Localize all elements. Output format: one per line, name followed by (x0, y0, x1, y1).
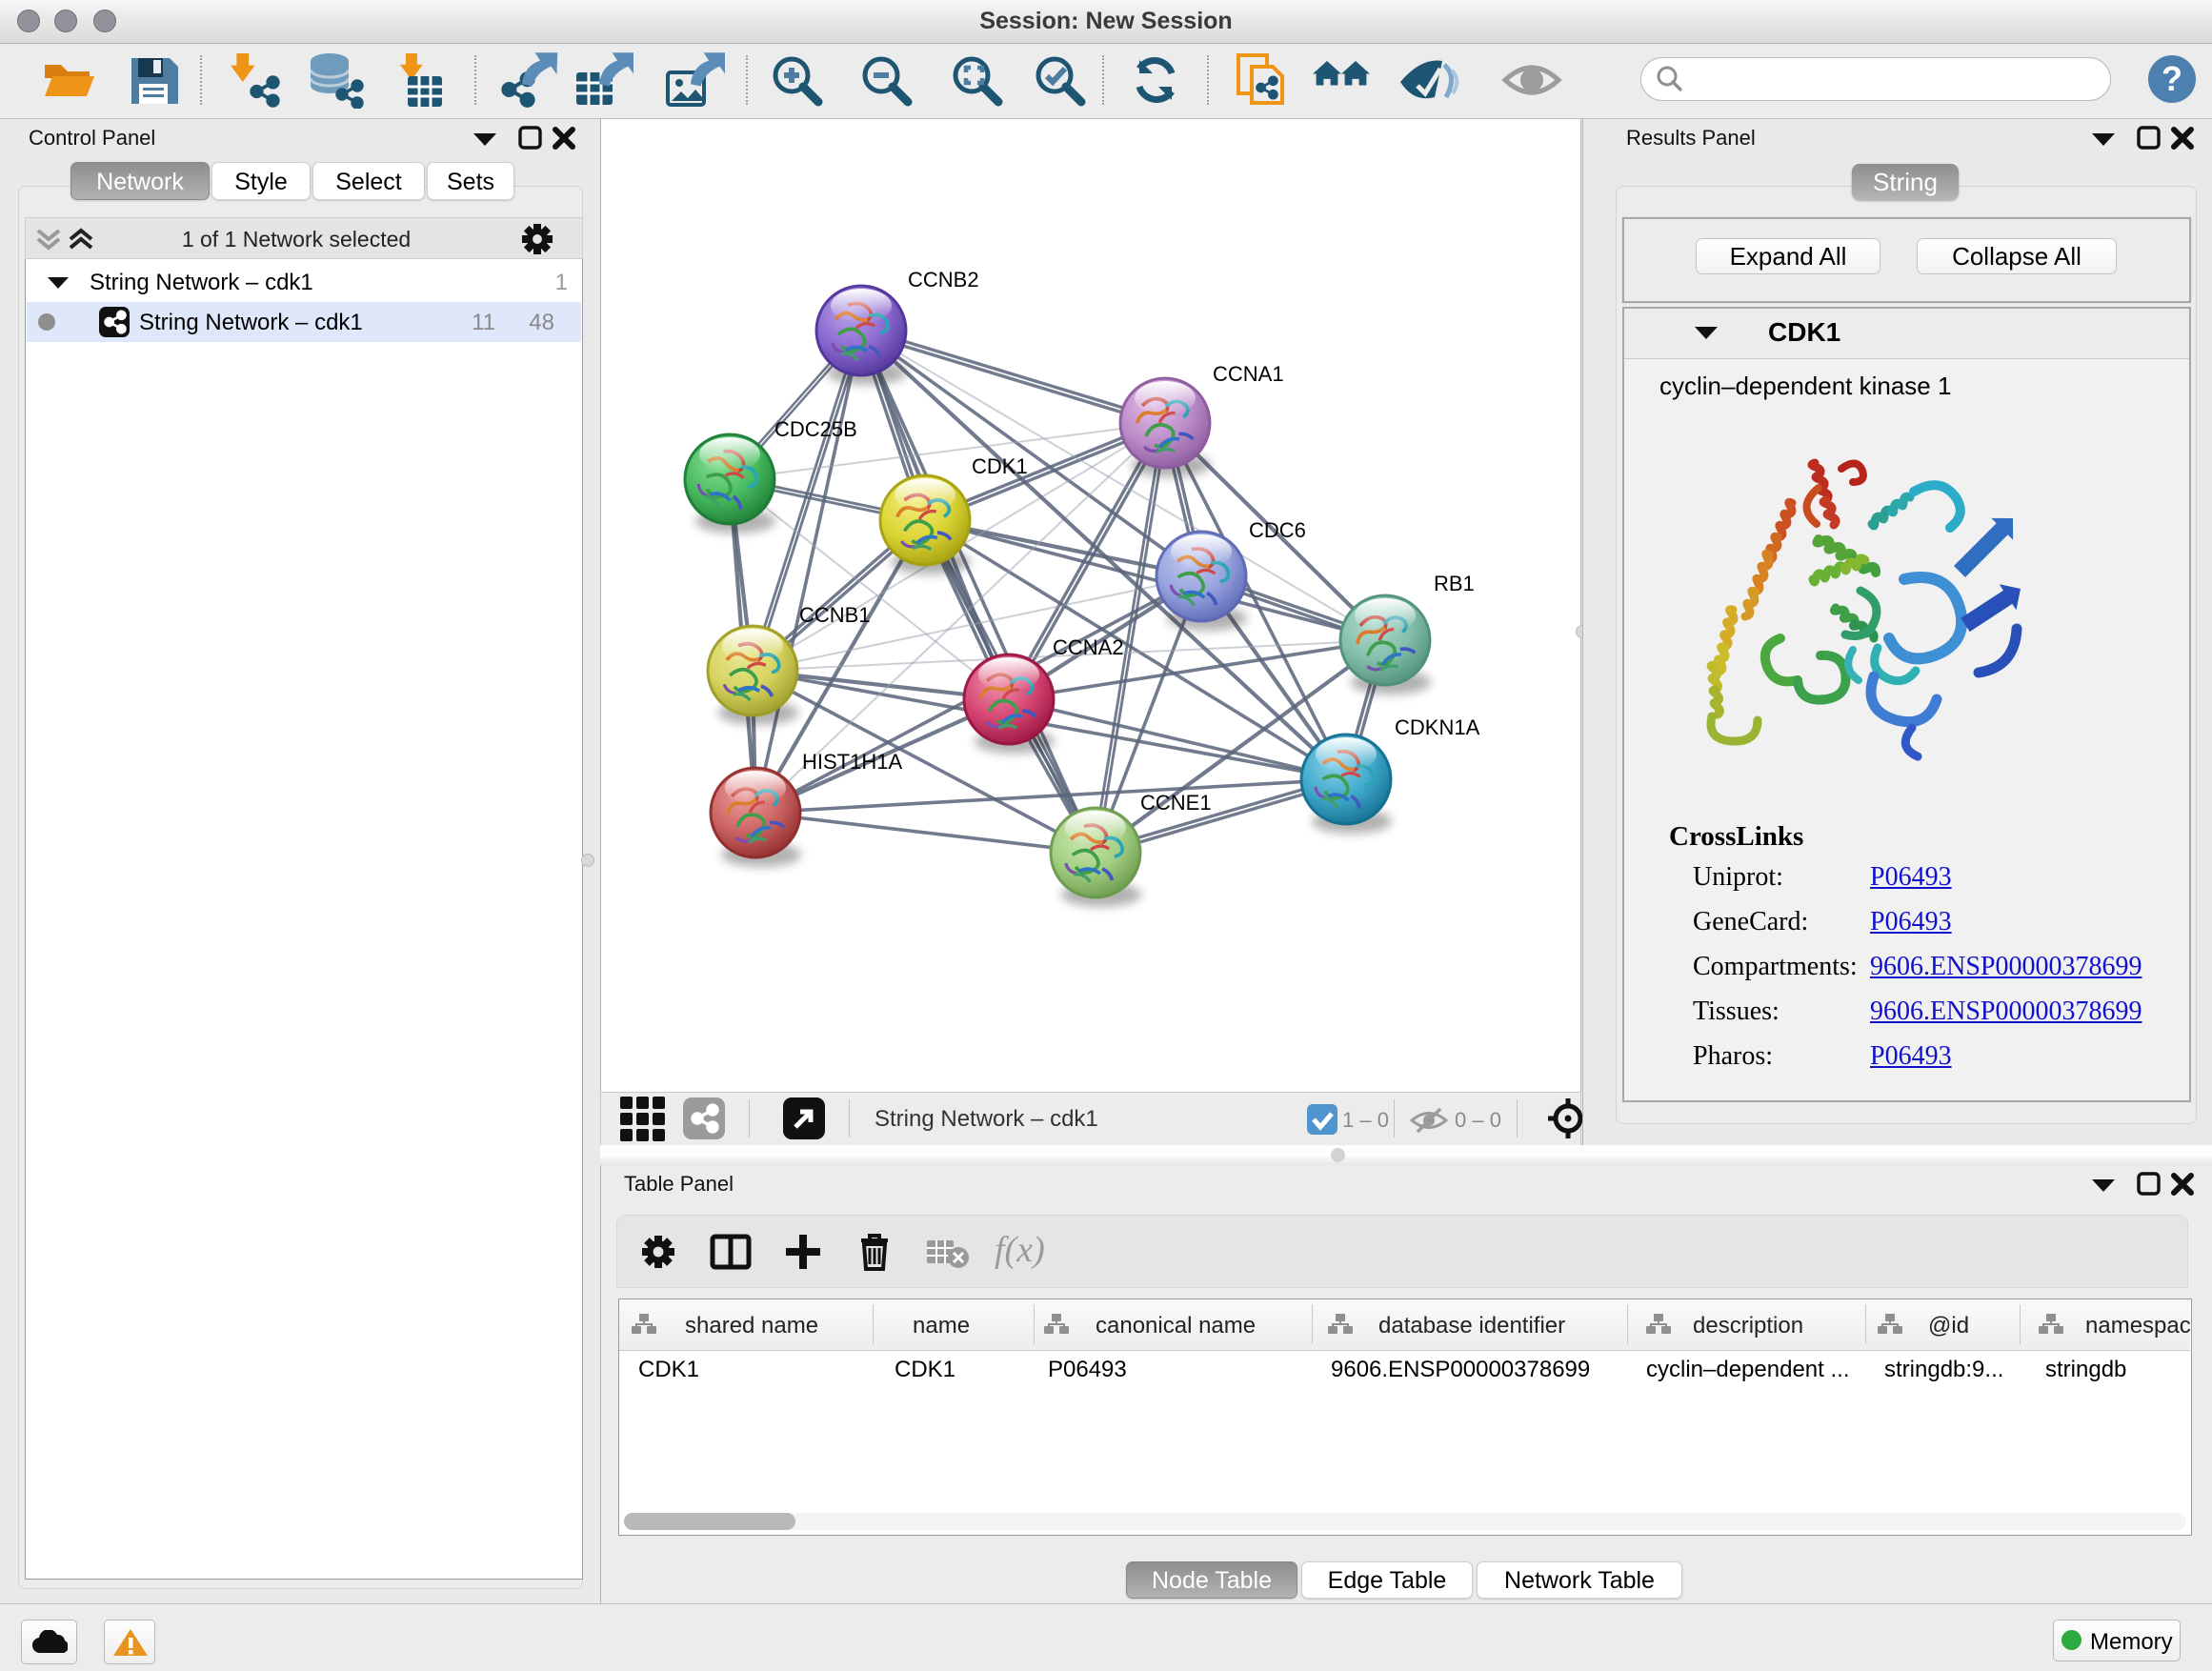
svg-text:RB1: RB1 (1434, 572, 1475, 595)
svg-text:?: ? (2162, 59, 2182, 98)
svg-text:CCNA2: CCNA2 (1053, 635, 1124, 659)
svg-text:CCNB2: CCNB2 (908, 268, 979, 292)
svg-text:CCNB1: CCNB1 (799, 603, 871, 627)
svg-text:CDC25B: CDC25B (774, 417, 857, 441)
svg-text:CCNE1: CCNE1 (1140, 791, 1212, 815)
svg-text:CCNA1: CCNA1 (1213, 362, 1284, 386)
svg-text:CDC6: CDC6 (1249, 518, 1306, 542)
svg-text:CDKN1A: CDKN1A (1395, 715, 1480, 739)
svg-text:CDK1: CDK1 (972, 454, 1028, 478)
svg-text:HIST1H1A: HIST1H1A (802, 750, 902, 774)
